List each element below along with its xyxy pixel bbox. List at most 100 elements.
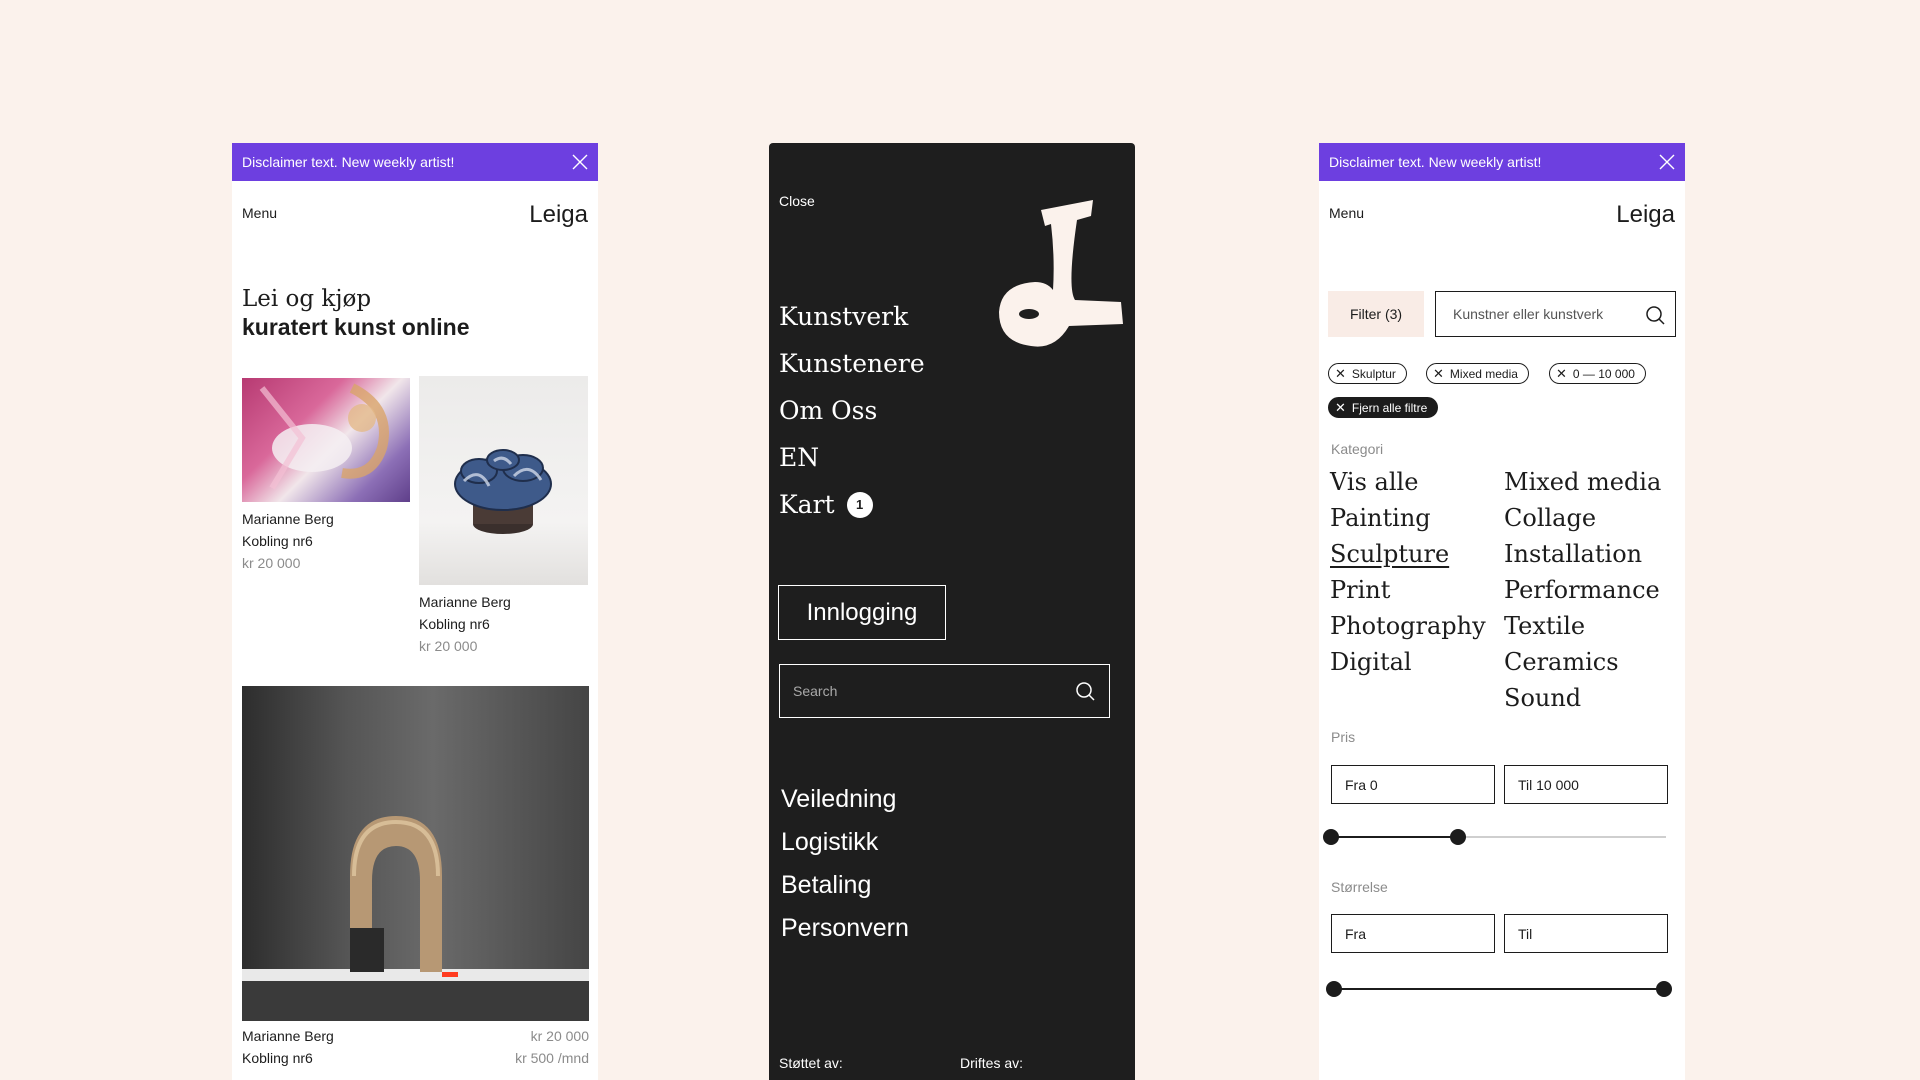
size-slider[interactable] bbox=[1326, 981, 1672, 997]
nav-item-language[interactable]: EN bbox=[779, 434, 925, 481]
close-icon[interactable] bbox=[1658, 153, 1676, 171]
category-option[interactable]: Mixed media bbox=[1504, 468, 1661, 504]
link-veiledning[interactable]: Veiledning bbox=[781, 785, 909, 828]
search-icon[interactable] bbox=[1075, 681, 1095, 701]
supported-by-label: Støttet av: bbox=[779, 1055, 843, 1071]
hero-line-2: kuratert kunst online bbox=[242, 314, 470, 340]
artwork-title: Kobling nr6 bbox=[242, 533, 313, 549]
remove-icon: ✕ bbox=[1556, 365, 1567, 381]
artwork-caption[interactable]: Marianne Berg Kobling nr6 kr 20 000 bbox=[242, 508, 334, 574]
artwork-rent-price: kr 500 /mnd bbox=[515, 1050, 589, 1066]
size-from-field bbox=[1331, 914, 1495, 953]
slider-fill bbox=[1331, 836, 1459, 838]
link-betaling[interactable]: Betaling bbox=[781, 871, 909, 914]
chip-label: Skulptur bbox=[1351, 366, 1396, 381]
slider-fill bbox=[1334, 988, 1664, 990]
artwork-image[interactable] bbox=[419, 376, 588, 585]
search-input[interactable] bbox=[1436, 292, 1626, 336]
filter-chip[interactable]: ✕ Skulptur bbox=[1328, 363, 1407, 384]
home-screen: Disclaimer text. New weekly artist! Menu… bbox=[232, 143, 598, 1080]
slider-handle-max[interactable] bbox=[1656, 981, 1672, 997]
nav-item-om-oss[interactable]: Om Oss bbox=[779, 387, 925, 434]
filter-chip[interactable]: ✕ 0 — 10 000 bbox=[1549, 363, 1646, 384]
artwork-image[interactable] bbox=[242, 378, 410, 502]
price-from-input[interactable] bbox=[1332, 766, 1494, 803]
run-by-label: Driftes av: bbox=[960, 1055, 1024, 1071]
price-to-input[interactable] bbox=[1505, 766, 1667, 803]
artwork-price: kr 20 000 bbox=[419, 638, 478, 654]
remove-icon: ✕ bbox=[1433, 365, 1444, 381]
filter-screen: Disclaimer text. New weekly artist! Menu… bbox=[1319, 143, 1685, 1080]
category-option[interactable]: Vis alle bbox=[1330, 468, 1486, 504]
artist-name: Marianne Berg bbox=[242, 1028, 334, 1044]
category-option[interactable]: Photography bbox=[1330, 612, 1486, 648]
filter-chip[interactable]: ✕ Mixed media bbox=[1426, 363, 1529, 384]
search-input[interactable] bbox=[780, 665, 1040, 717]
artwork-image[interactable] bbox=[242, 686, 589, 1021]
banner-text: Disclaimer text. New weekly artist! bbox=[1329, 154, 1542, 170]
artwork-caption[interactable]: Marianne Berg Kobling nr6 kr 20 000 bbox=[419, 591, 511, 657]
search-box bbox=[1435, 291, 1676, 337]
menu-button[interactable]: Menu bbox=[242, 205, 277, 221]
category-option[interactable]: Digital bbox=[1330, 648, 1486, 684]
artwork-price: kr 20 000 bbox=[242, 555, 301, 571]
category-option[interactable]: Painting bbox=[1330, 504, 1486, 540]
size-heading: Størrelse bbox=[1331, 879, 1388, 895]
slider-handle-min[interactable] bbox=[1326, 981, 1342, 997]
category-option[interactable]: Installation bbox=[1504, 540, 1661, 576]
slider-handle-min[interactable] bbox=[1323, 829, 1339, 845]
artist-name: Marianne Berg bbox=[419, 594, 511, 610]
artwork-price-block: kr 20 000 kr 500 /mnd bbox=[515, 1025, 589, 1069]
close-icon[interactable] bbox=[571, 153, 589, 171]
logo[interactable]: Leiga bbox=[1616, 201, 1675, 229]
artwork-title: Kobling nr6 bbox=[419, 616, 490, 632]
artwork-caption[interactable]: Marianne Berg Kobling nr6 bbox=[242, 1025, 334, 1069]
nav-item-kart-label: Kart bbox=[779, 490, 835, 519]
category-heading: Kategori bbox=[1331, 441, 1384, 457]
artwork-title: Kobling nr6 bbox=[242, 1050, 313, 1066]
search-icon[interactable] bbox=[1645, 305, 1665, 325]
leiga-logo-mark bbox=[999, 200, 1123, 347]
chip-label: Mixed media bbox=[1449, 366, 1518, 381]
logo[interactable]: Leiga bbox=[529, 201, 588, 229]
category-option[interactable]: Textile bbox=[1504, 612, 1661, 648]
size-to-input[interactable] bbox=[1505, 915, 1667, 952]
close-button[interactable]: Close bbox=[779, 193, 815, 209]
hero-heading: Lei og kjøp kuratert kunst online bbox=[242, 286, 469, 341]
nav-item-kunstenere[interactable]: Kunstenere bbox=[779, 340, 925, 387]
menu-overlay: Close Kunstverk Kunstenere Om Oss EN Kar… bbox=[769, 143, 1135, 1080]
disclaimer-banner: Disclaimer text. New weekly artist! bbox=[1319, 143, 1685, 181]
link-personvern[interactable]: Personvern bbox=[781, 914, 909, 957]
slider-handle-max[interactable] bbox=[1450, 829, 1467, 845]
category-list-right: Mixed media Collage Installation Performanc… bbox=[1504, 468, 1661, 720]
price-to-field bbox=[1504, 765, 1668, 804]
category-option[interactable]: Print bbox=[1330, 576, 1486, 612]
category-list-left: Vis alle Painting Sculpture Print Photograph… bbox=[1330, 468, 1486, 684]
category-option[interactable]: Ceramics bbox=[1504, 648, 1661, 684]
cart-count-badge: 1 bbox=[846, 491, 873, 518]
price-slider[interactable] bbox=[1323, 829, 1666, 845]
remove-icon: ✕ bbox=[1335, 399, 1346, 415]
remove-icon: ✕ bbox=[1335, 365, 1346, 381]
login-button[interactable]: Innlogging bbox=[778, 585, 946, 640]
category-option[interactable]: Sound bbox=[1504, 684, 1661, 720]
clear-filters-chip[interactable]: ✕ Fjern alle filtre bbox=[1328, 397, 1439, 418]
nav-item-kart[interactable]: Kart 1 bbox=[779, 481, 925, 528]
banner-text: Disclaimer text. New weekly artist! bbox=[242, 154, 455, 170]
filter-button[interactable]: Filter (3) bbox=[1328, 291, 1424, 337]
link-logistikk[interactable]: Logistikk bbox=[781, 828, 909, 871]
main-nav: Kunstverk Kunstenere Om Oss EN Kart 1 bbox=[779, 293, 925, 528]
category-option[interactable]: Collage bbox=[1504, 504, 1661, 540]
menu-button[interactable]: Menu bbox=[1329, 205, 1364, 221]
chip-label: Fjern alle filtre bbox=[1351, 400, 1428, 415]
category-option[interactable]: Performance bbox=[1504, 576, 1661, 612]
artist-name: Marianne Berg bbox=[242, 511, 334, 527]
size-to-field bbox=[1504, 914, 1668, 953]
nav-item-kunstverk[interactable]: Kunstverk bbox=[779, 293, 925, 340]
search-box bbox=[779, 664, 1110, 718]
hero-line-1: Lei og kjøp bbox=[242, 286, 372, 312]
category-option[interactable]: Sculpture bbox=[1330, 540, 1486, 576]
price-heading: Pris bbox=[1331, 729, 1356, 745]
size-from-input[interactable] bbox=[1332, 915, 1494, 952]
chip-label: 0 — 10 000 bbox=[1572, 366, 1635, 381]
